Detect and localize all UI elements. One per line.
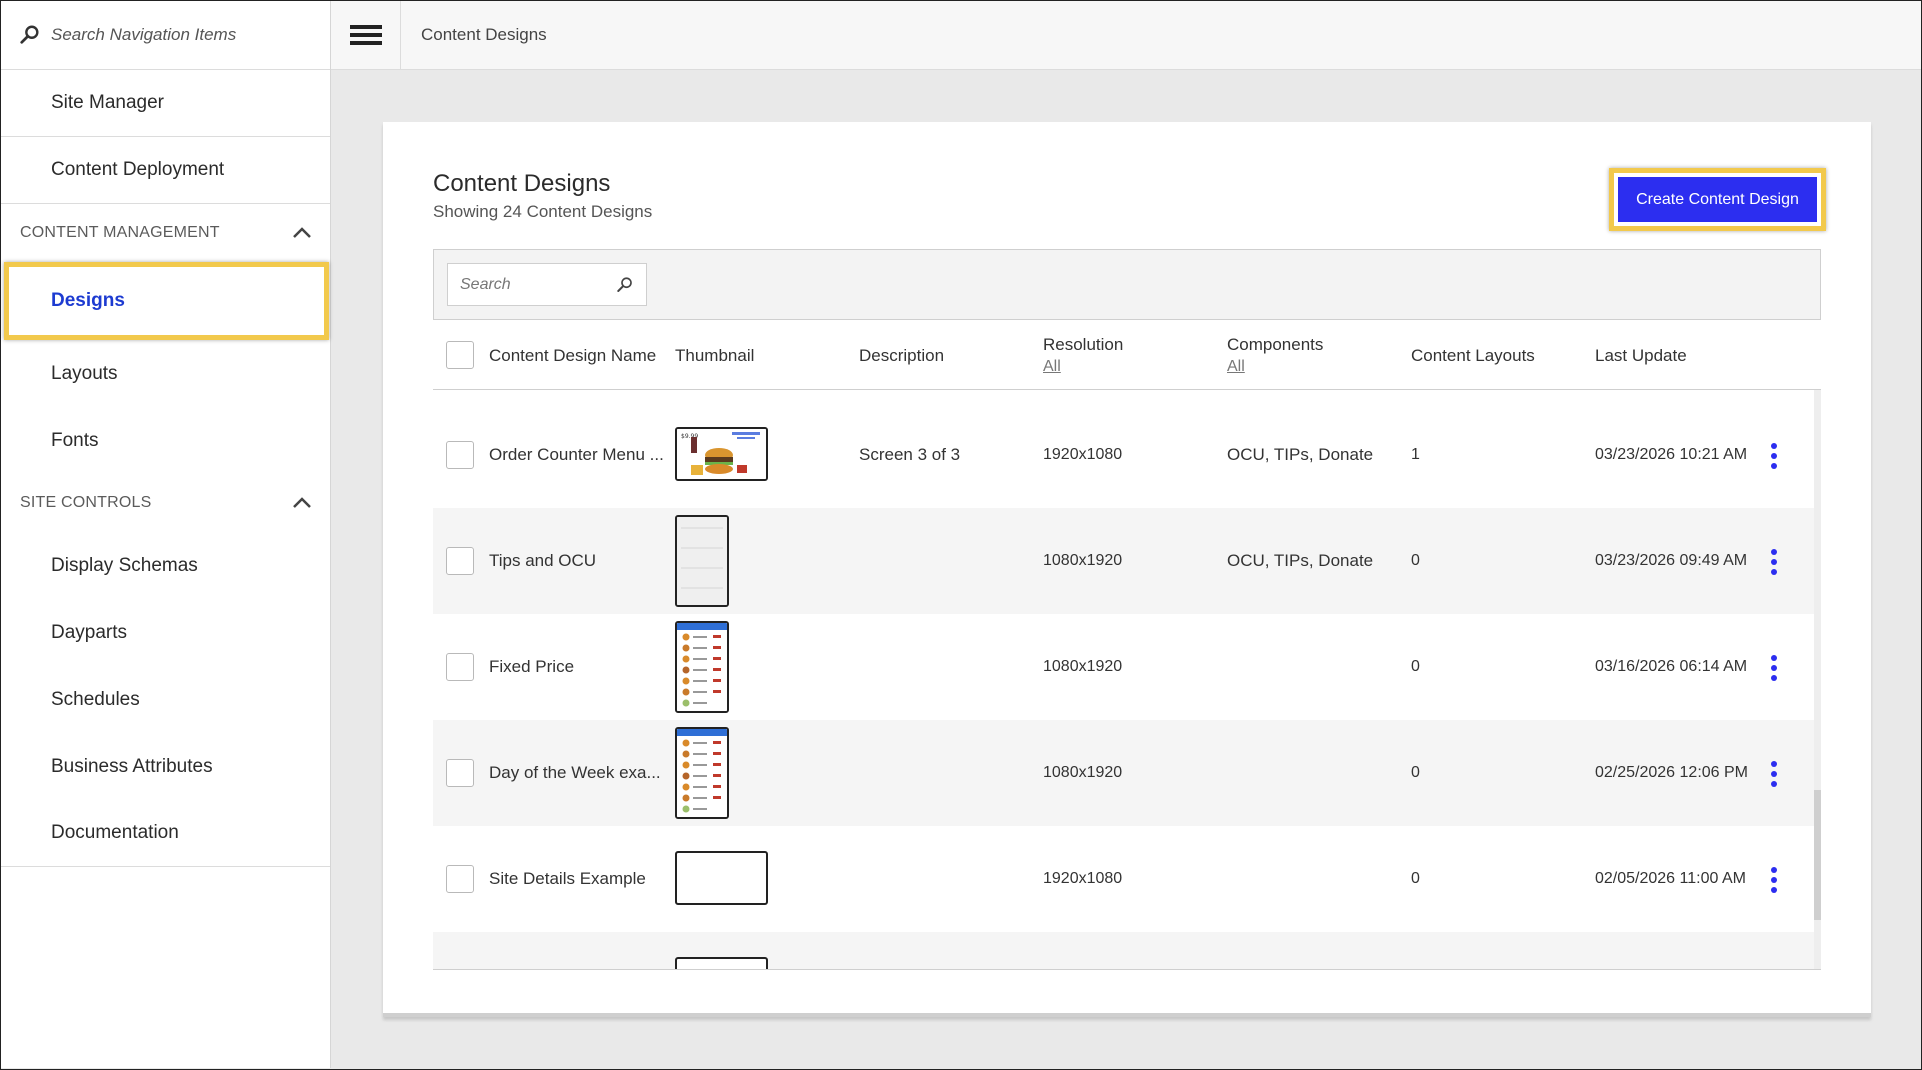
scrollbar-thumb[interactable] <box>1814 790 1821 920</box>
row-checkbox[interactable] <box>446 441 474 469</box>
components-filter-link[interactable]: All <box>1227 358 1323 376</box>
portrait-menu-thumbnail-icon <box>677 623 727 711</box>
portrait-menu-thumbnail-icon <box>677 729 727 817</box>
row-resolution: 1080x1920 <box>1043 552 1123 569</box>
sidebar-item-fonts[interactable]: Fonts <box>1 407 330 474</box>
table-header: Content Design Name Thumbnail Descriptio… <box>433 320 1821 390</box>
burger-thumbnail-icon: $9.99 <box>677 429 766 479</box>
thumbnail-image[interactable] <box>675 727 729 819</box>
result-count: Showing 24 Content Designs <box>433 202 653 221</box>
content-card: Content Designs Showing 24 Content Desig… <box>383 122 1871 1017</box>
sidebar-item-designs[interactable]: Designs <box>4 262 329 340</box>
row-last-update: 03/23/2026 10:21 AM <box>1595 446 1748 463</box>
row-actions-kebab-icon[interactable] <box>1771 867 1777 893</box>
table-row[interactable]: Day of the Week exa... 1080x1920 0 02/25… <box>433 720 1814 826</box>
create-content-design-button[interactable]: Create Content Design <box>1618 177 1817 222</box>
sidebar-item-business-attributes[interactable]: Business Attributes <box>1 733 330 800</box>
row-resolution: 1920x1080 <box>1043 870 1123 887</box>
table-scrollbar[interactable] <box>1814 390 1821 969</box>
row-name[interactable]: Tips and OCU <box>489 551 596 571</box>
sidebar-item-documentation[interactable]: Documentation <box>1 800 330 867</box>
thumbnail-image[interactable] <box>675 957 768 969</box>
row-last-update: 02/05/2026 11:00 AM <box>1595 870 1746 887</box>
page-breadcrumb: Content Designs <box>421 25 547 44</box>
col-components-label[interactable]: Components <box>1227 335 1323 354</box>
row-checkbox[interactable] <box>446 547 474 575</box>
table-row[interactable]: Fixed Price 1080x1920 0 03/16/2026 06:14… <box>433 614 1814 720</box>
sidebar-item-display-schemas[interactable]: Display Schemas <box>1 532 330 599</box>
row-description: Screen 3 of 3 <box>859 445 961 464</box>
row-content-layouts: 1 <box>1411 446 1420 463</box>
table-toolbar: Search <box>433 249 1821 320</box>
col-name[interactable]: Content Design Name <box>489 346 656 366</box>
row-components: OCU, TIPs, Donate <box>1227 445 1374 464</box>
row-content-layouts: 0 <box>1411 658 1420 675</box>
table-body: Order Counter Menu ... $9.99 Screen 3 of… <box>433 390 1821 970</box>
thumbnail-image[interactable]: $9.99 <box>675 427 768 481</box>
row-name[interactable]: Day of the Week exa... <box>489 763 661 783</box>
table-row[interactable]: Order Counter Menu ... $9.99 Screen 3 of… <box>433 402 1814 508</box>
thumbnail-image[interactable] <box>675 851 768 905</box>
search-icon <box>20 25 39 44</box>
sidebar-item-content-deployment[interactable]: Content Deployment <box>1 137 330 204</box>
section-title: SITE CONTROLS <box>20 494 152 511</box>
row-name[interactable]: Order Counter Menu ... <box>489 445 664 465</box>
row-content-layouts: 0 <box>1411 552 1420 569</box>
section-site-controls[interactable]: SITE CONTROLS <box>1 474 330 532</box>
search-placeholder: Search <box>460 275 511 293</box>
resolution-filter-link[interactable]: All <box>1043 358 1123 376</box>
col-content-layouts[interactable]: Content Layouts <box>1411 346 1535 366</box>
search-icon <box>617 276 632 292</box>
row-components: OCU, TIPs, Donate <box>1227 551 1374 570</box>
hamburger-icon <box>349 21 382 49</box>
row-content-layouts: 0 <box>1411 764 1420 781</box>
col-description[interactable]: Description <box>859 346 944 366</box>
top-bar: Content Designs <box>331 0 1921 70</box>
chevron-up-icon <box>293 227 311 238</box>
menu-toggle-button[interactable] <box>331 0 401 70</box>
col-thumbnail: Thumbnail <box>675 346 755 365</box>
nav-search-placeholder: Search Navigation Items <box>51 25 237 44</box>
search-input[interactable]: Search <box>447 263 647 306</box>
row-last-update: 03/23/2026 09:49 AM <box>1595 552 1748 569</box>
row-checkbox[interactable] <box>446 759 474 787</box>
table-row[interactable] <box>433 932 1814 969</box>
row-name[interactable]: Site Details Example <box>489 869 646 889</box>
blank-portrait-thumbnail-icon <box>677 517 727 605</box>
col-resolution: Resolution All <box>1043 335 1123 376</box>
row-actions-kebab-icon[interactable] <box>1771 761 1777 787</box>
chevron-up-icon <box>293 497 311 508</box>
row-actions-kebab-icon[interactable] <box>1771 549 1777 575</box>
row-actions-kebab-icon[interactable] <box>1771 443 1777 469</box>
row-last-update: 03/16/2026 06:14 AM <box>1595 658 1748 675</box>
sidebar-item-site-manager[interactable]: Site Manager <box>1 70 330 137</box>
thumbnail-image[interactable] <box>675 621 729 713</box>
table-row[interactable]: Site Details Example 1920x1080 0 02/05/2… <box>433 826 1814 932</box>
row-last-update: 02/25/2026 12:06 PM <box>1595 764 1749 781</box>
row-resolution: 1080x1920 <box>1043 764 1123 781</box>
thumbnail-image[interactable] <box>675 515 729 607</box>
col-components: Components All <box>1227 335 1323 376</box>
page-title: Content Designs <box>433 170 611 197</box>
select-all-checkbox[interactable] <box>446 341 474 369</box>
nav-search[interactable]: Search Navigation Items <box>1 1 330 70</box>
sidebar-item-schedules[interactable]: Schedules <box>1 666 330 733</box>
row-name[interactable]: Fixed Price <box>489 657 574 677</box>
row-checkbox[interactable] <box>446 653 474 681</box>
row-checkbox[interactable] <box>446 865 474 893</box>
row-content-layouts: 0 <box>1411 870 1420 887</box>
sidebar-item-layouts[interactable]: Layouts <box>1 340 330 407</box>
row-actions-kebab-icon[interactable] <box>1771 655 1777 681</box>
table-row[interactable]: Tips and OCU 1080x1920 OCU, TIPs, Donate… <box>433 508 1814 614</box>
create-button-highlight: Create Content Design <box>1609 168 1826 231</box>
sidebar-item-dayparts[interactable]: Dayparts <box>1 599 330 666</box>
col-resolution-label[interactable]: Resolution <box>1043 335 1123 354</box>
section-content-management[interactable]: CONTENT MANAGEMENT <box>1 204 330 262</box>
row-resolution: 1920x1080 <box>1043 446 1123 463</box>
sidebar: Search Navigation Items Site Manager Con… <box>1 1 331 1068</box>
col-last-update[interactable]: Last Update <box>1595 346 1687 366</box>
row-resolution: 1080x1920 <box>1043 658 1123 675</box>
section-title: CONTENT MANAGEMENT <box>20 224 220 241</box>
